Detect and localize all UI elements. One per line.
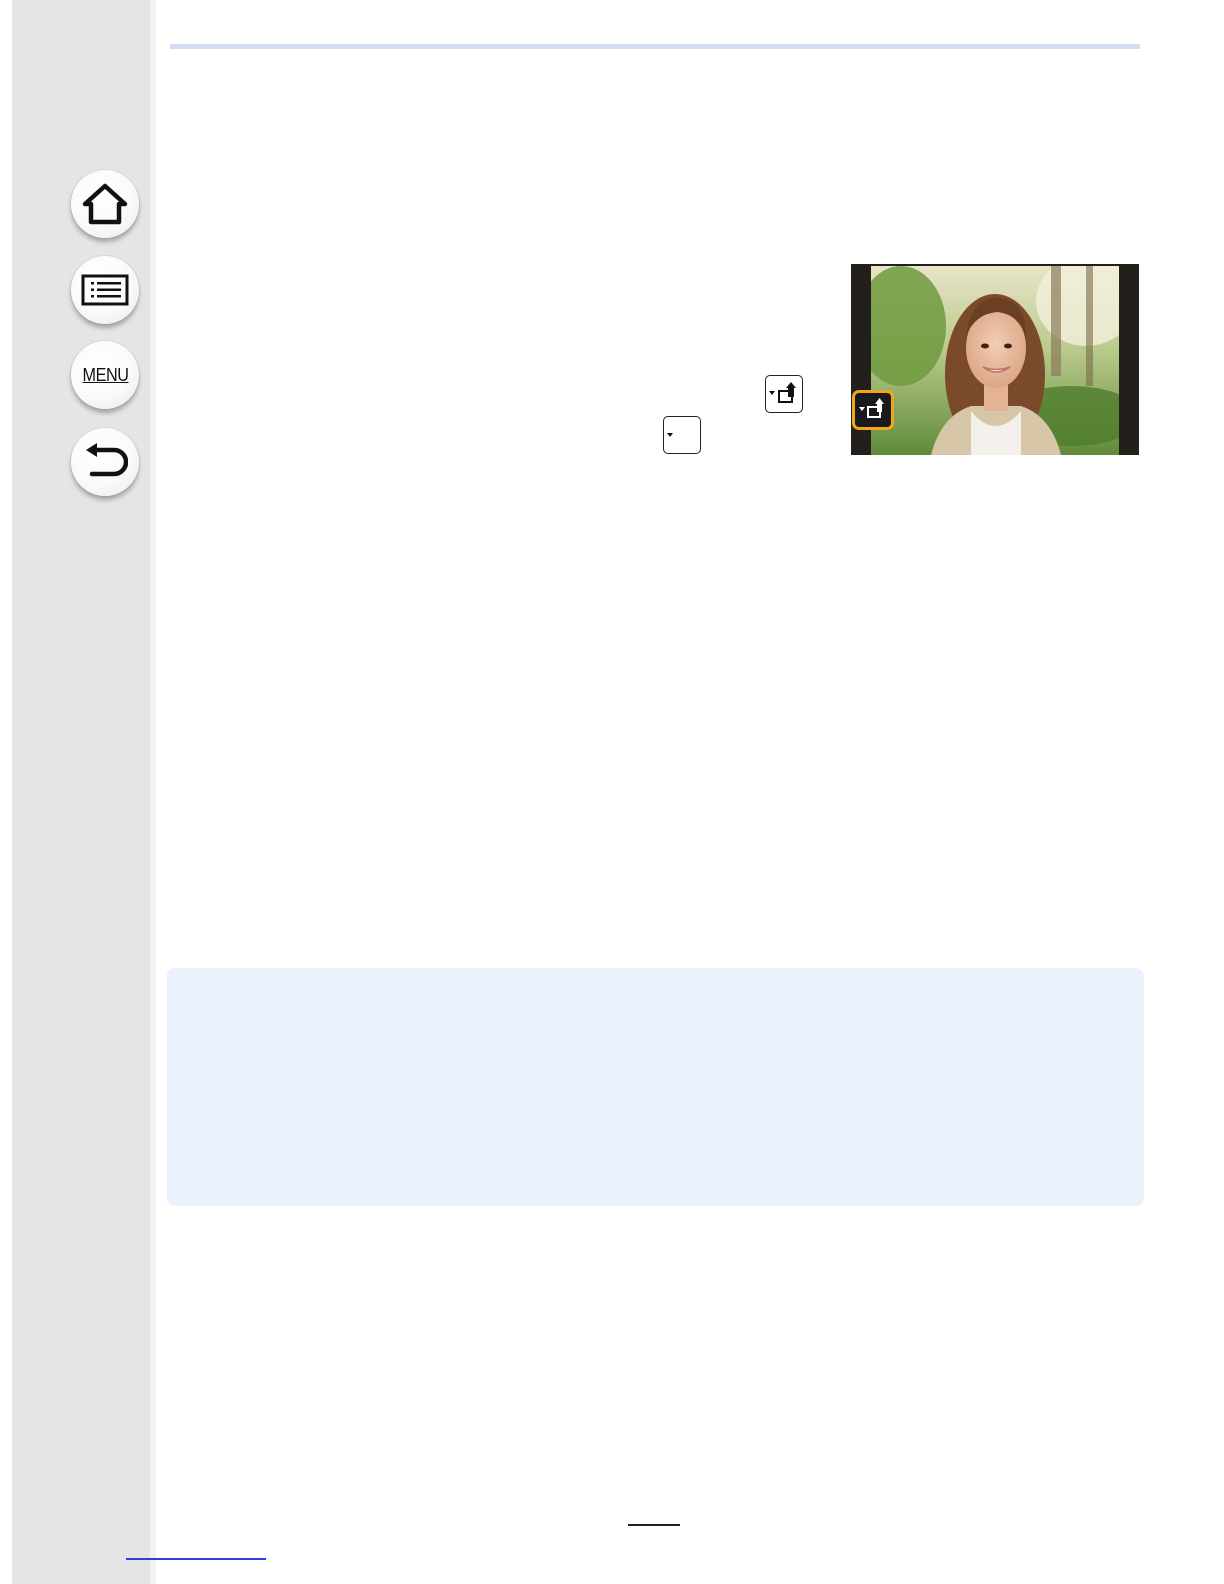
- home-icon: [82, 183, 128, 225]
- list-icon: [81, 274, 129, 306]
- dropdown-key: [663, 416, 701, 454]
- note-panel: [167, 968, 1144, 1206]
- footer-link-underline[interactable]: [126, 1558, 266, 1560]
- overlay-key: [852, 390, 894, 430]
- header-rule: [170, 44, 1140, 49]
- contents-button[interactable]: [71, 256, 139, 324]
- dropdown-move-up-icon: [859, 398, 884, 418]
- page-number-rule: [628, 1524, 680, 1526]
- dropdown-move-up-key: [765, 375, 803, 413]
- dropdown-icon: [667, 433, 673, 437]
- example-photo: [851, 264, 1139, 455]
- portrait-image: [871, 266, 1119, 455]
- home-button[interactable]: [71, 170, 139, 238]
- back-button[interactable]: [71, 428, 139, 496]
- back-arrow-icon: [86, 443, 128, 477]
- menu-label: MENU: [82, 364, 128, 385]
- sidebar: [12, 0, 150, 1584]
- dropdown-move-up-icon: [769, 382, 796, 403]
- menu-button[interactable]: MENU: [71, 341, 139, 409]
- sidebar-edge: [150, 0, 156, 1584]
